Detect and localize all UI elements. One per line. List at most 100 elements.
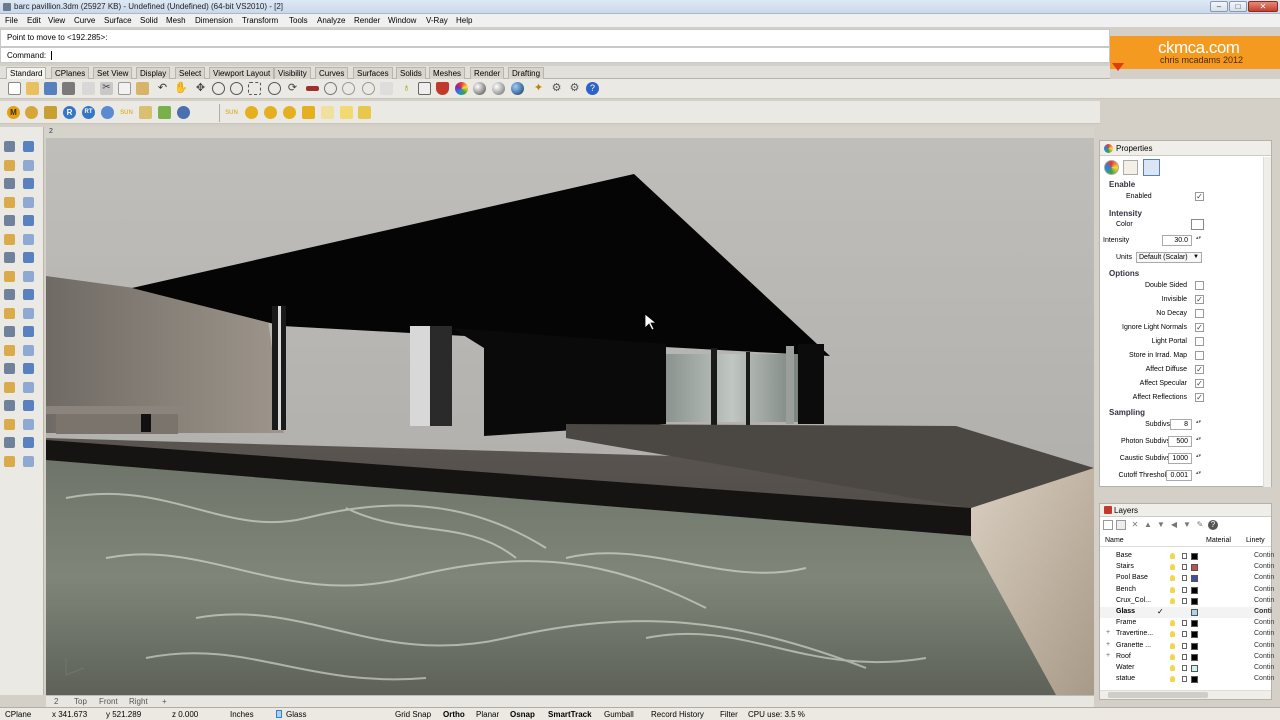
menu-mesh[interactable]: Mesh [166,16,186,25]
layer-row[interactable]: + Roof Contin [1100,652,1274,663]
omni-light-icon[interactable] [245,106,258,119]
grid-snap-toggle[interactable]: Grid Snap [395,710,431,719]
layer-color-swatch[interactable] [1191,564,1198,572]
circle-icon[interactable] [4,178,15,189]
zoom-window-icon[interactable] [230,82,243,95]
help-icon[interactable]: ? [586,82,599,95]
polyline-icon[interactable] [4,159,15,171]
visibility-bulb-icon[interactable] [1170,553,1175,559]
menu-analyze[interactable]: Analyze [317,16,345,25]
sphere-icon[interactable] [23,270,34,282]
sphere-light-icon[interactable] [283,106,296,119]
tab-curves[interactable]: Curves [315,67,349,79]
layer-color-swatch[interactable] [1191,553,1198,560]
visibility-bulb-icon[interactable] [1170,665,1175,671]
material-tab-icon[interactable] [1123,160,1138,175]
layers-horizontal-scrollbar[interactable] [1100,690,1271,699]
lock-icon[interactable] [1182,631,1187,638]
column-material[interactable]: Material [1206,537,1231,544]
option-checkbox[interactable] [1195,281,1204,290]
ring-icon[interactable] [362,82,375,95]
status-cplane[interactable]: CPlane [5,710,31,719]
ortho-toggle[interactable]: Ortho [443,710,465,719]
visibility-bulb-icon[interactable] [1170,620,1175,627]
status-layer[interactable]: Glass [286,710,306,719]
new-sublayer-icon[interactable] [1116,520,1126,530]
move-view-icon[interactable]: ✥ [194,82,207,95]
array-icon[interactable] [23,400,34,411]
curve-icon[interactable] [23,159,34,171]
tab-surfaces[interactable]: Surfaces [353,67,393,79]
extrude-icon[interactable] [4,252,15,263]
grass-icon[interactable] [158,106,171,119]
render-tool-icon[interactable] [4,455,15,467]
lock-icon[interactable] [1182,620,1187,627]
move-to-parent-icon[interactable]: ◀ [1169,520,1179,530]
option-checkbox[interactable] [1195,309,1204,318]
menu-window[interactable]: Window [388,16,416,25]
command-line[interactable]: Command: [0,47,1110,63]
expand-icon[interactable]: + [1106,641,1110,648]
perspective-viewport[interactable] [46,138,1094,695]
menu-tools[interactable]: Tools [289,16,308,25]
mesh-light-icon[interactable] [358,106,371,119]
viewport-tab-2[interactable]: 2 [54,697,58,706]
tab-display[interactable]: Display [136,67,171,79]
lock-icon[interactable] [1182,575,1187,582]
tab-standard[interactable]: Standard [6,67,47,79]
light-tool-icon[interactable] [23,455,34,467]
template-icon[interactable] [82,82,95,95]
frame-buffer-icon[interactable] [177,106,190,119]
analyze-icon[interactable] [4,437,15,448]
lock-icon[interactable] [1182,597,1187,604]
sun-icon[interactable]: SUN [120,106,133,119]
light-icon[interactable]: ♁ [400,82,413,95]
expand-icon[interactable]: + [1106,652,1110,659]
arc-icon[interactable] [23,178,34,189]
wand-icon[interactable]: ✦ [532,82,545,95]
lock-icon[interactable] [1182,586,1187,593]
tab-meshes[interactable]: Meshes [429,67,466,79]
checkmark-icon[interactable] [23,437,34,448]
dome-light-icon[interactable] [340,106,353,119]
light-tab-icon[interactable] [1143,159,1160,176]
print-icon[interactable] [62,82,75,95]
menu-edit[interactable]: Edit [27,16,41,25]
tab-drafting[interactable]: Drafting [508,67,545,79]
units-dropdown[interactable]: Default (Scalar) ▼ [1136,252,1202,263]
viewport-tab-front[interactable]: Front [99,697,118,706]
boolean-icon[interactable] [23,289,34,300]
vray-sun-icon[interactable]: SUN [225,106,238,119]
layer-row[interactable]: statue Contin [1100,674,1274,685]
sampling-input[interactable]: 8 [1170,419,1201,430]
gear-icon[interactable]: ⚙ [550,82,563,95]
ellipse-icon[interactable] [4,196,15,208]
expand-icon[interactable]: + [1106,629,1110,636]
vray-render-icon[interactable] [25,106,38,119]
dimension-icon[interactable] [4,418,15,430]
layer-row[interactable]: + Travertine... Contin [1100,629,1274,640]
sky-icon[interactable] [139,106,152,119]
layer-color-swatch[interactable] [1191,575,1198,583]
layer-color-swatch[interactable] [1191,642,1198,650]
zoom-extents-icon[interactable] [248,82,261,95]
move-down-icon[interactable]: ▼ [1156,520,1166,530]
tab-set-view[interactable]: Set View [93,67,133,79]
join-icon[interactable] [23,326,34,337]
option-checkbox[interactable]: ✓ [1195,379,1204,388]
pan-icon[interactable]: ✋ [174,82,188,95]
layer-icon[interactable] [380,82,393,95]
box-icon[interactable] [4,270,15,282]
loft-icon[interactable] [23,233,34,245]
scale-icon[interactable] [23,381,34,393]
shield-icon[interactable] [436,82,449,95]
layer-row[interactable]: + Granette ... Contin [1100,641,1274,652]
column-name[interactable]: Name [1105,537,1124,544]
material-sphere-icon[interactable] [492,82,505,95]
status-units[interactable]: Inches [230,710,254,719]
layer-row[interactable]: Water Contin [1100,663,1274,674]
split-icon[interactable] [23,307,34,319]
group-icon[interactable] [23,344,34,356]
save-icon[interactable] [44,82,57,95]
viewport-tab-right[interactable]: Right [129,697,148,706]
